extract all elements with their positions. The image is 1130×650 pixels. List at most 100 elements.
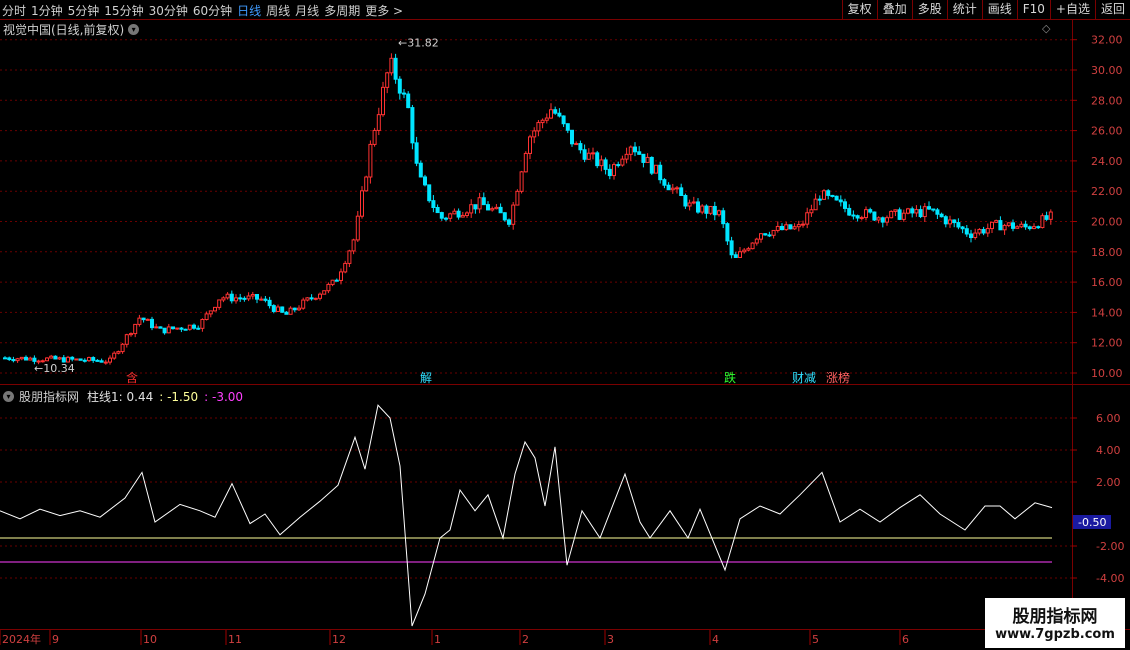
price-axis-label: 24.00 (1091, 155, 1123, 168)
period-tab-0[interactable]: 分时 (2, 2, 26, 19)
candle-body (658, 164, 663, 181)
signal-label: 涨榜 (826, 370, 850, 385)
period-tab-4[interactable]: 30分钟 (149, 2, 188, 19)
signal-label: 财减 (792, 371, 816, 385)
low-price-label: ←10.34 (34, 362, 75, 375)
candle-body (334, 279, 339, 282)
candle-body (481, 197, 486, 206)
candle-body (885, 217, 889, 223)
candle-body (990, 221, 994, 230)
chevron-down-icon[interactable]: ▾ (128, 24, 140, 35)
period-tab-2[interactable]: 5分钟 (68, 2, 100, 19)
period-tab-10[interactable]: 更多 > (365, 2, 403, 19)
candle-body (494, 206, 499, 210)
period-tabs: 分时 1分钟 5分钟 15分钟 30分钟 60分钟 日线 周线 月线 多周期 更多 > (2, 2, 408, 19)
period-tab-9[interactable]: 多周期 (324, 2, 360, 19)
candle-body (158, 326, 163, 329)
price-axis-label: 22.00 (1091, 185, 1123, 198)
candle-body (1036, 226, 1041, 229)
candle-body (901, 212, 906, 220)
candle-body (960, 226, 965, 230)
candle-body (628, 146, 633, 155)
toolbar-button-1[interactable]: 叠加 (876, 0, 912, 19)
candle-body (511, 204, 516, 225)
toolbar-button-6[interactable]: +自选 (1049, 0, 1095, 19)
time-axis-label: 2024年 (2, 632, 41, 646)
candle-body (855, 215, 860, 219)
high-price-label: ←31.82 (398, 36, 439, 49)
candle-body (364, 176, 369, 192)
indicator-axis-label: 2.00 (1096, 476, 1121, 489)
candle-body (95, 359, 100, 362)
candle-body (805, 212, 810, 225)
indicator-axis-label: 6.00 (1096, 412, 1121, 425)
candle-body (103, 361, 108, 364)
candle-body (1048, 211, 1053, 220)
candle-body (318, 293, 322, 299)
candle-body (486, 204, 490, 211)
candle-body (733, 254, 738, 258)
toolbar-button-2[interactable]: 多股 (911, 0, 947, 19)
candle-body (717, 210, 721, 216)
candle-body (754, 238, 759, 244)
candle-body (985, 228, 990, 234)
candle-body (1015, 226, 1020, 229)
candle-body (414, 142, 419, 164)
time-axis-label: 1 (434, 633, 441, 646)
candle-body (460, 214, 465, 218)
candle-body (250, 294, 255, 297)
candle-body (133, 323, 138, 335)
candle-body (276, 306, 280, 312)
candle-body (32, 357, 37, 362)
candle-body (620, 158, 625, 166)
time-axis-label: 3 (607, 633, 614, 646)
candle-body (15, 358, 20, 362)
candle-body (24, 356, 28, 361)
candle-body (582, 149, 587, 160)
candle-body (914, 209, 919, 214)
candle-body (981, 228, 986, 234)
candle-body (313, 297, 318, 300)
toolbar-button-3[interactable]: 统计 (946, 0, 982, 19)
candle-body (360, 190, 364, 217)
candle-body (498, 206, 503, 214)
candle-body (263, 298, 268, 301)
toolbar-button-5[interactable]: F10 (1016, 0, 1050, 19)
candle-body (448, 213, 453, 219)
toolbar-button-0[interactable]: 复权 (841, 0, 877, 19)
site-watermark: 股朋指标网 www.7gpzb.com (985, 598, 1125, 648)
candle-body (1027, 226, 1032, 230)
candle-body (431, 200, 436, 209)
indicator-name: 股朋指标网 (19, 390, 80, 404)
period-tab-5[interactable]: 60分钟 (193, 2, 232, 19)
candle-body (649, 156, 654, 174)
toolbar-button-4[interactable]: 画线 (981, 0, 1017, 19)
period-tab-1[interactable]: 1分钟 (31, 2, 63, 19)
candle-body (792, 226, 797, 230)
time-separator (0, 629, 1130, 630)
toolbar-button-7[interactable]: 返回 (1094, 0, 1130, 19)
candle-body (99, 360, 104, 363)
candle-body (675, 187, 679, 190)
period-tab-7[interactable]: 周线 (266, 2, 290, 19)
signal-label: 含 (126, 370, 138, 385)
period-tab-6[interactable]: 日线 (237, 2, 261, 19)
indicator-title: ▾ 股朋指标网 柱线1: 0.44 : -1.50 : -3.00 (3, 388, 243, 405)
candle-body (7, 357, 12, 361)
candle-body (599, 159, 604, 167)
diamond-icon[interactable]: ◇ (1042, 22, 1050, 35)
candle-body (162, 327, 167, 334)
candle-body (297, 307, 301, 311)
candle-body (87, 357, 91, 362)
chevron-down-icon[interactable]: ▾ (3, 391, 14, 402)
period-tab-3[interactable]: 15分钟 (104, 2, 143, 19)
candle-body (645, 156, 650, 163)
candle-body (402, 92, 406, 95)
candle-body (725, 223, 730, 242)
candle-body (229, 293, 234, 302)
period-tab-8[interactable]: 月线 (295, 2, 319, 19)
toolbar-buttons: 复权 叠加 多股 统计 画线 F10 +自选 返回 (841, 0, 1130, 20)
candle-body (439, 212, 444, 219)
candle-body (452, 210, 457, 215)
candle-body (767, 234, 772, 237)
